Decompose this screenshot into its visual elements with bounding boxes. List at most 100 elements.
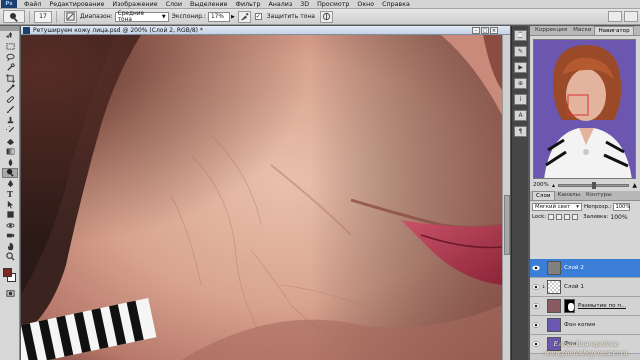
menu-image[interactable]: Изображение xyxy=(108,1,161,8)
healing-brush-tool-icon[interactable] xyxy=(2,94,18,105)
brush-presets-icon[interactable]: ✎ xyxy=(514,46,527,57)
menu-file[interactable]: Файл xyxy=(20,1,45,8)
eye-icon[interactable] xyxy=(531,321,540,330)
info-panel-icon[interactable]: i xyxy=(514,94,527,105)
paragraph-panel-icon[interactable]: ¶ xyxy=(514,126,527,137)
navigator-preview[interactable] xyxy=(533,39,636,179)
blur-tool-icon[interactable] xyxy=(2,157,18,168)
image-canvas[interactable] xyxy=(21,35,502,360)
marquee-tool-icon[interactable] xyxy=(2,42,18,53)
chevron-down-icon: ▼ xyxy=(161,13,166,20)
lock-all-icon[interactable] xyxy=(572,214,579,220)
3d-camera-tool-icon[interactable] xyxy=(2,231,18,242)
menu-3d[interactable]: 3D xyxy=(296,1,313,8)
opacity-input[interactable]: 100% xyxy=(613,202,631,211)
tool-preset-picker[interactable] xyxy=(3,10,25,23)
zoom-tool-icon[interactable] xyxy=(2,252,18,263)
zoom-slider-knob[interactable] xyxy=(592,181,597,189)
minimize-button[interactable]: – xyxy=(472,27,480,34)
menu-filter[interactable]: Фильтр xyxy=(232,1,265,8)
eye-icon[interactable] xyxy=(531,264,540,273)
eyedropper-tool-icon[interactable] xyxy=(2,84,18,95)
eye-icon[interactable] xyxy=(531,302,540,311)
menu-select[interactable]: Выделение xyxy=(186,1,232,8)
workspace-button[interactable] xyxy=(624,11,638,22)
document-title: Ретушируем кожу лица.psd @ 200% (Слой 2,… xyxy=(33,26,203,34)
protect-tones-checkbox[interactable]: ✓ xyxy=(254,13,262,20)
clone-stamp-tool-icon[interactable] xyxy=(2,115,18,126)
zoom-slider[interactable] xyxy=(558,181,630,189)
layer-thumbnail xyxy=(547,261,561,275)
brush-panel-toggle[interactable] xyxy=(64,10,77,23)
layer-row[interactable]: ↓ Слой 1 xyxy=(530,278,640,297)
type-tool-icon[interactable]: T xyxy=(2,189,18,200)
layer-row[interactable]: Размытие по п... xyxy=(530,297,640,316)
tab-paths[interactable]: Контуры xyxy=(583,191,615,200)
scrollbar-thumb[interactable] xyxy=(504,195,510,255)
gradient-tool-icon[interactable] xyxy=(2,147,18,158)
layer-name[interactable]: Размытие по п... xyxy=(578,303,626,309)
quick-selection-tool-icon[interactable] xyxy=(2,63,18,74)
hand-tool-icon[interactable] xyxy=(2,241,18,252)
range-select[interactable]: Средние тона ▼ xyxy=(114,11,169,23)
options-bar: 17 Диапазон: Средние тона ▼ Экспонир.: 17… xyxy=(0,9,640,25)
history-brush-tool-icon[interactable] xyxy=(2,126,18,137)
menu-view[interactable]: Просмотр xyxy=(313,1,353,8)
menu-edit[interactable]: Редактирование xyxy=(45,1,108,8)
tablet-pressure-toggle[interactable] xyxy=(319,10,333,23)
foreground-color-swatch[interactable] xyxy=(3,268,12,277)
zoom-out-icon[interactable]: ▴ xyxy=(552,182,555,189)
layer-name[interactable]: Слой 1 xyxy=(564,284,584,290)
tab-layers[interactable]: Слои xyxy=(532,191,555,200)
separator xyxy=(56,10,57,23)
actions-panel-icon[interactable]: ▶ xyxy=(514,62,527,73)
clone-source-icon[interactable]: ⊕ xyxy=(514,78,527,89)
menu-window[interactable]: Окно xyxy=(353,1,378,8)
tab-channels[interactable]: Каналы xyxy=(555,191,583,200)
layer-row[interactable]: Слой 2 xyxy=(530,259,640,278)
exposure-input[interactable]: 17% xyxy=(207,11,230,22)
layer-row[interactable]: Фон копия xyxy=(530,316,640,335)
eraser-tool-icon[interactable] xyxy=(2,136,18,147)
layer-mask-thumbnail[interactable] xyxy=(564,299,575,313)
burn-tool-icon[interactable] xyxy=(2,167,18,178)
menu-help[interactable]: Справка xyxy=(378,1,414,8)
3d-rotate-tool-icon[interactable] xyxy=(2,220,18,231)
lock-pixels-icon[interactable] xyxy=(556,214,563,220)
close-button[interactable]: × xyxy=(490,27,498,34)
exposure-slider-icon[interactable]: ▶ xyxy=(231,14,235,20)
document-tab[interactable]: Ретушируем кожу лица.psd @ 200% (Слой 2,… xyxy=(21,26,510,35)
tab-adjustments[interactable]: Коррекция xyxy=(532,26,570,35)
zoom-value[interactable]: 200% xyxy=(533,182,549,188)
vertical-scrollbar[interactable] xyxy=(502,35,510,360)
path-selection-tool-icon[interactable] xyxy=(2,199,18,210)
quick-mask-icon[interactable] xyxy=(2,288,18,299)
layer-name[interactable]: Фон копия xyxy=(564,322,595,328)
tab-navigator[interactable]: Навигатор xyxy=(594,26,634,35)
move-tool-icon[interactable] xyxy=(2,31,18,42)
lasso-tool-icon[interactable] xyxy=(2,52,18,63)
blend-mode-select[interactable]: Мягкий свет ▾ xyxy=(532,202,582,211)
menu-analysis[interactable]: Анализ xyxy=(264,1,296,8)
brush-tool-icon[interactable] xyxy=(2,105,18,116)
character-panel-icon[interactable]: A xyxy=(514,110,527,121)
maximize-button[interactable]: □ xyxy=(481,27,489,34)
brush-size-picker[interactable]: 17 xyxy=(34,10,52,23)
pen-tool-icon[interactable] xyxy=(2,178,18,189)
document-icon xyxy=(23,26,30,34)
shape-tool-icon[interactable] xyxy=(2,210,18,221)
lock-transparency-icon[interactable] xyxy=(548,214,555,220)
tab-masks[interactable]: Маски xyxy=(570,26,594,35)
menu-layers[interactable]: Слои xyxy=(162,1,186,8)
airbrush-toggle[interactable] xyxy=(237,10,251,23)
eye-icon[interactable] xyxy=(531,283,540,292)
workspace-button[interactable] xyxy=(608,11,622,22)
lock-position-icon[interactable] xyxy=(564,214,571,220)
history-panel-icon[interactable]: ⌚ xyxy=(514,30,527,41)
color-swatches xyxy=(0,266,19,288)
layer-name[interactable]: Слой 2 xyxy=(564,265,584,271)
zoom-in-icon[interactable]: ▲ xyxy=(632,182,637,189)
fill-input[interactable]: 100% xyxy=(610,214,627,221)
layer-thumbnail xyxy=(547,318,561,332)
crop-tool-icon[interactable] xyxy=(2,73,18,84)
